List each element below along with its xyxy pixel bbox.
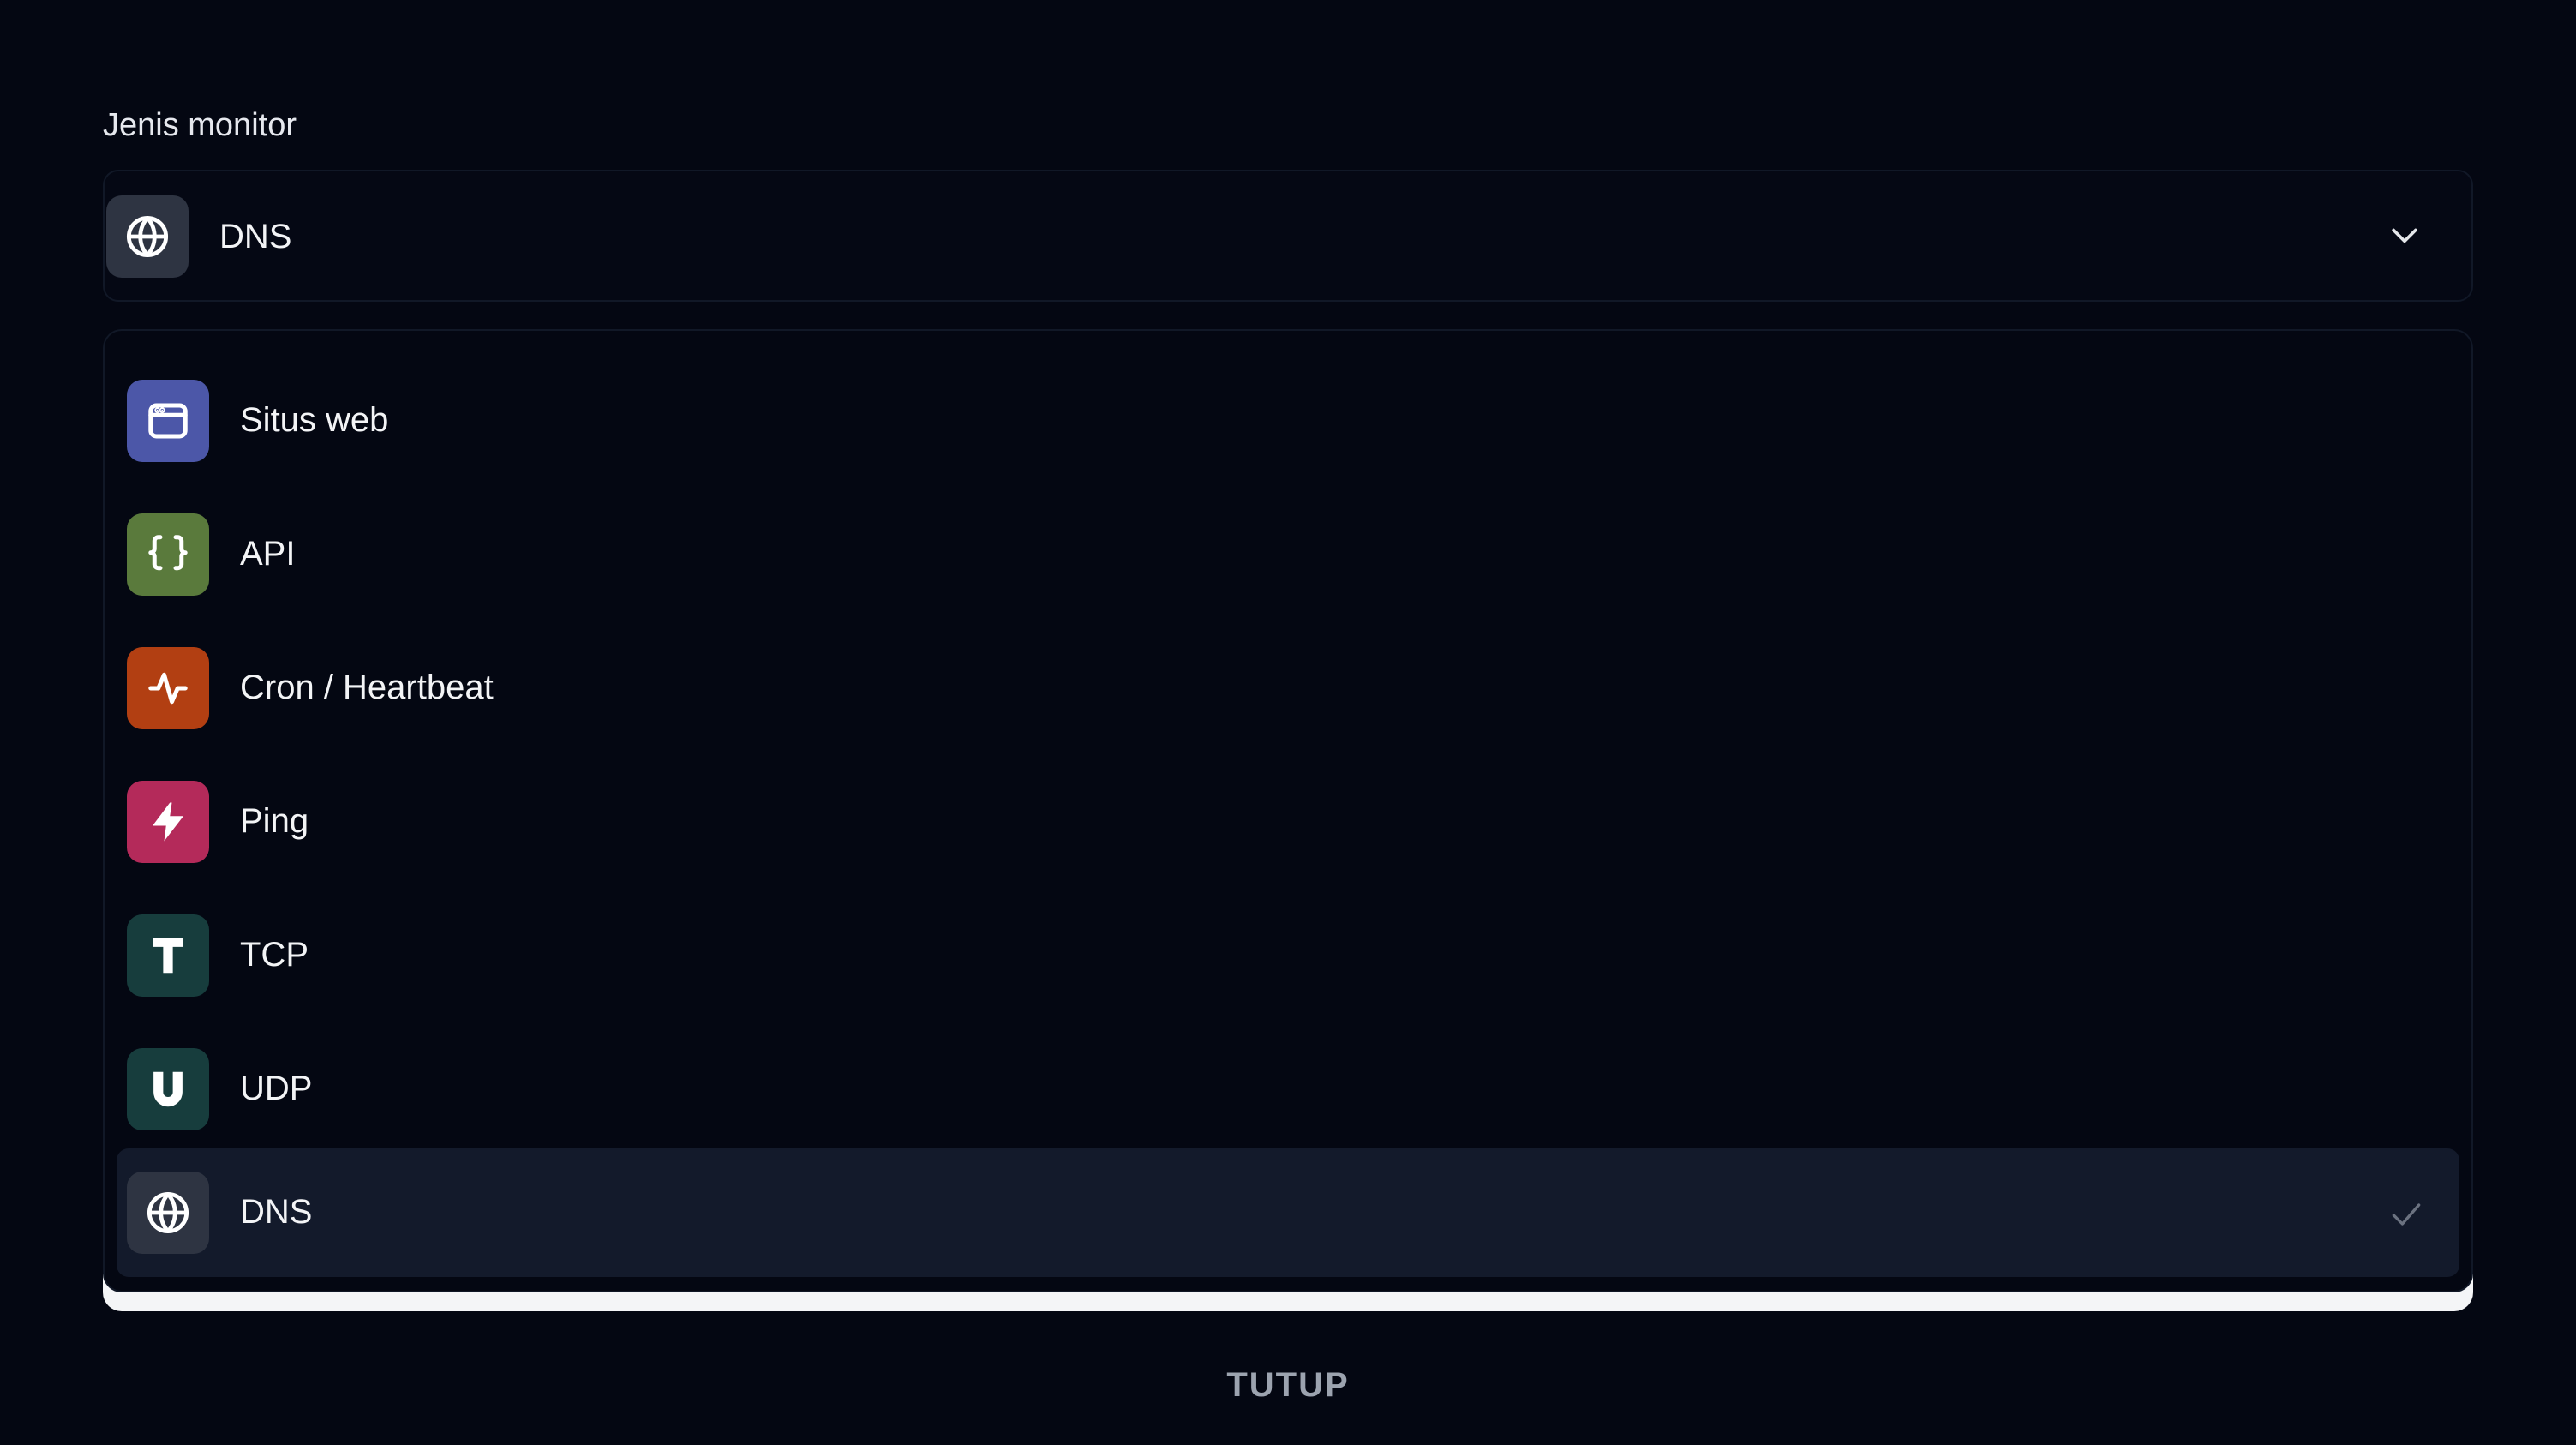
check-icon <box>2392 1203 2421 1226</box>
option-label: UDP <box>240 1070 313 1107</box>
option-label: API <box>240 535 296 573</box>
option-icon-tile <box>127 1172 209 1254</box>
select-icon-tile <box>106 195 189 278</box>
option-icon-tile <box>127 1048 209 1130</box>
option-udp[interactable]: UDP <box>117 1025 2459 1154</box>
option-cron-heartbeat[interactable]: Cron / Heartbeat <box>117 624 2459 752</box>
option-dns[interactable]: DNS <box>117 1148 2459 1277</box>
option-situs-web[interactable]: Situs web <box>117 357 2459 485</box>
option-label: DNS <box>240 1193 313 1231</box>
option-icon-tile <box>127 513 209 596</box>
chevron-down-icon[interactable] <box>2386 216 2423 254</box>
curly-braces-icon <box>148 535 188 571</box>
option-icon-tile <box>127 914 209 997</box>
monitor-type-dropdown: Situs web API Cron / Heartbeat Ping TCP … <box>103 329 2473 1292</box>
select-value: DNS <box>219 218 292 255</box>
globe-icon <box>126 215 169 258</box>
letter-u-icon <box>153 1071 183 1107</box>
globe-icon <box>147 1191 189 1234</box>
activity-pulse-icon <box>148 672 188 705</box>
option-label: Ping <box>240 802 309 840</box>
page: Jenis monitor DNS Situs web API Cron / H… <box>0 0 2576 1445</box>
browser-window-icon <box>148 403 188 439</box>
option-tcp[interactable]: TCP <box>117 891 2459 1020</box>
lightning-bolt-icon <box>153 802 183 842</box>
option-api[interactable]: API <box>117 490 2459 619</box>
monitor-type-label: Jenis monitor <box>103 107 297 143</box>
close-button[interactable]: TUTUP <box>0 1363 2576 1407</box>
option-label: TCP <box>240 936 309 974</box>
option-icon-tile <box>127 380 209 462</box>
option-icon-tile <box>127 781 209 863</box>
letter-t-icon <box>153 938 183 974</box>
option-label: Situs web <box>240 401 389 439</box>
option-icon-tile <box>127 647 209 729</box>
option-label: Cron / Heartbeat <box>240 669 494 706</box>
monitor-type-select[interactable]: DNS <box>103 170 2473 302</box>
option-ping[interactable]: Ping <box>117 758 2459 886</box>
